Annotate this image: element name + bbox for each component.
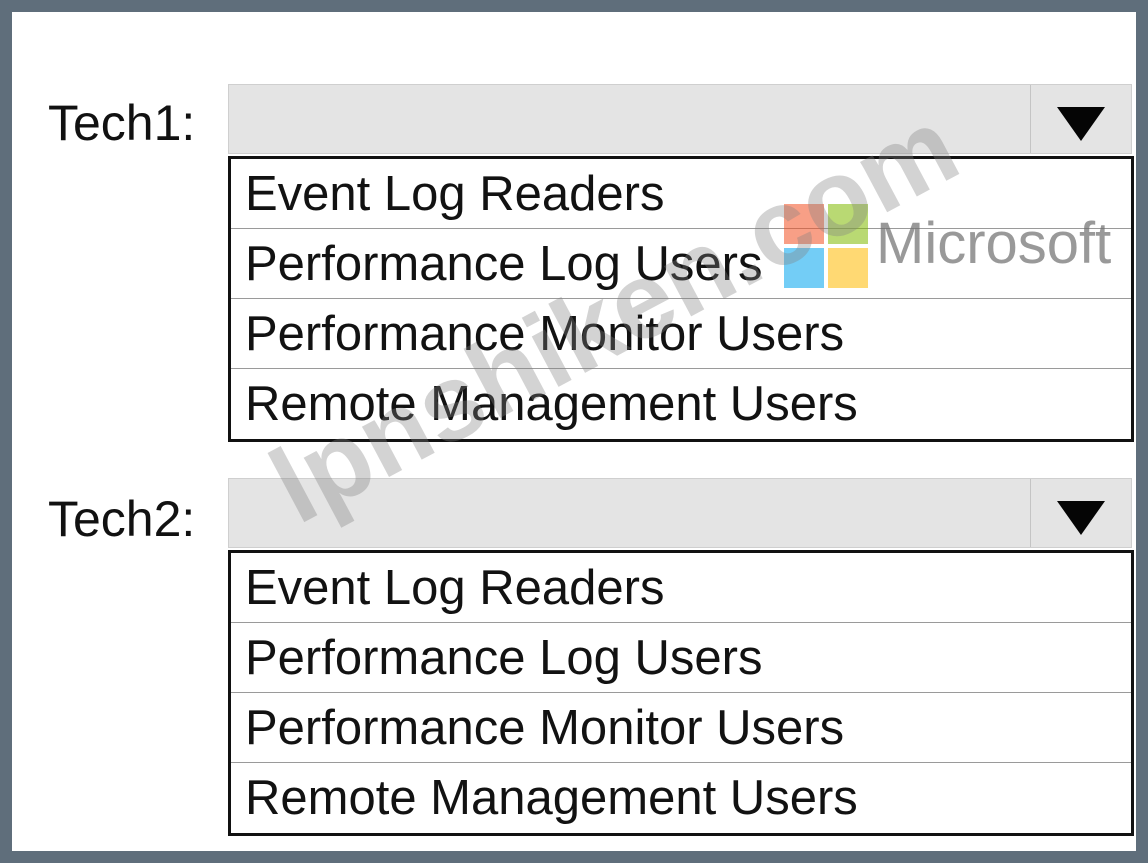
tech1-dropdown[interactable] bbox=[228, 84, 1132, 154]
tech1-option-remote-management-users[interactable]: Remote Management Users bbox=[231, 369, 1131, 439]
tech2-dropdown[interactable] bbox=[228, 478, 1132, 548]
microsoft-logo-icon bbox=[784, 204, 868, 288]
tech1-dropdown-divider bbox=[1030, 85, 1031, 153]
logo-square-blue bbox=[784, 248, 824, 288]
chevron-down-icon[interactable] bbox=[1057, 107, 1105, 141]
logo-square-green bbox=[828, 204, 868, 244]
tech2-option-performance-log-users[interactable]: Performance Log Users bbox=[231, 623, 1131, 693]
tech1-options-list: Event Log Readers Performance Log Users … bbox=[228, 156, 1134, 442]
tech1-option-performance-monitor-users[interactable]: Performance Monitor Users bbox=[231, 299, 1131, 369]
tech1-label: Tech1: bbox=[48, 95, 196, 151]
microsoft-watermark-text: Microsoft bbox=[876, 211, 1112, 276]
logo-square-red bbox=[784, 204, 824, 244]
tech2-option-remote-management-users[interactable]: Remote Management Users bbox=[231, 763, 1131, 833]
tech2-dropdown-divider bbox=[1030, 479, 1031, 547]
tech2-options-list: Event Log Readers Performance Log Users … bbox=[228, 550, 1134, 836]
tech2-option-performance-monitor-users[interactable]: Performance Monitor Users bbox=[231, 693, 1131, 763]
logo-square-yellow bbox=[828, 248, 868, 288]
tech2-label: Tech2: bbox=[48, 491, 196, 547]
tech2-option-event-log-readers[interactable]: Event Log Readers bbox=[231, 553, 1131, 623]
chevron-down-icon[interactable] bbox=[1057, 501, 1105, 535]
